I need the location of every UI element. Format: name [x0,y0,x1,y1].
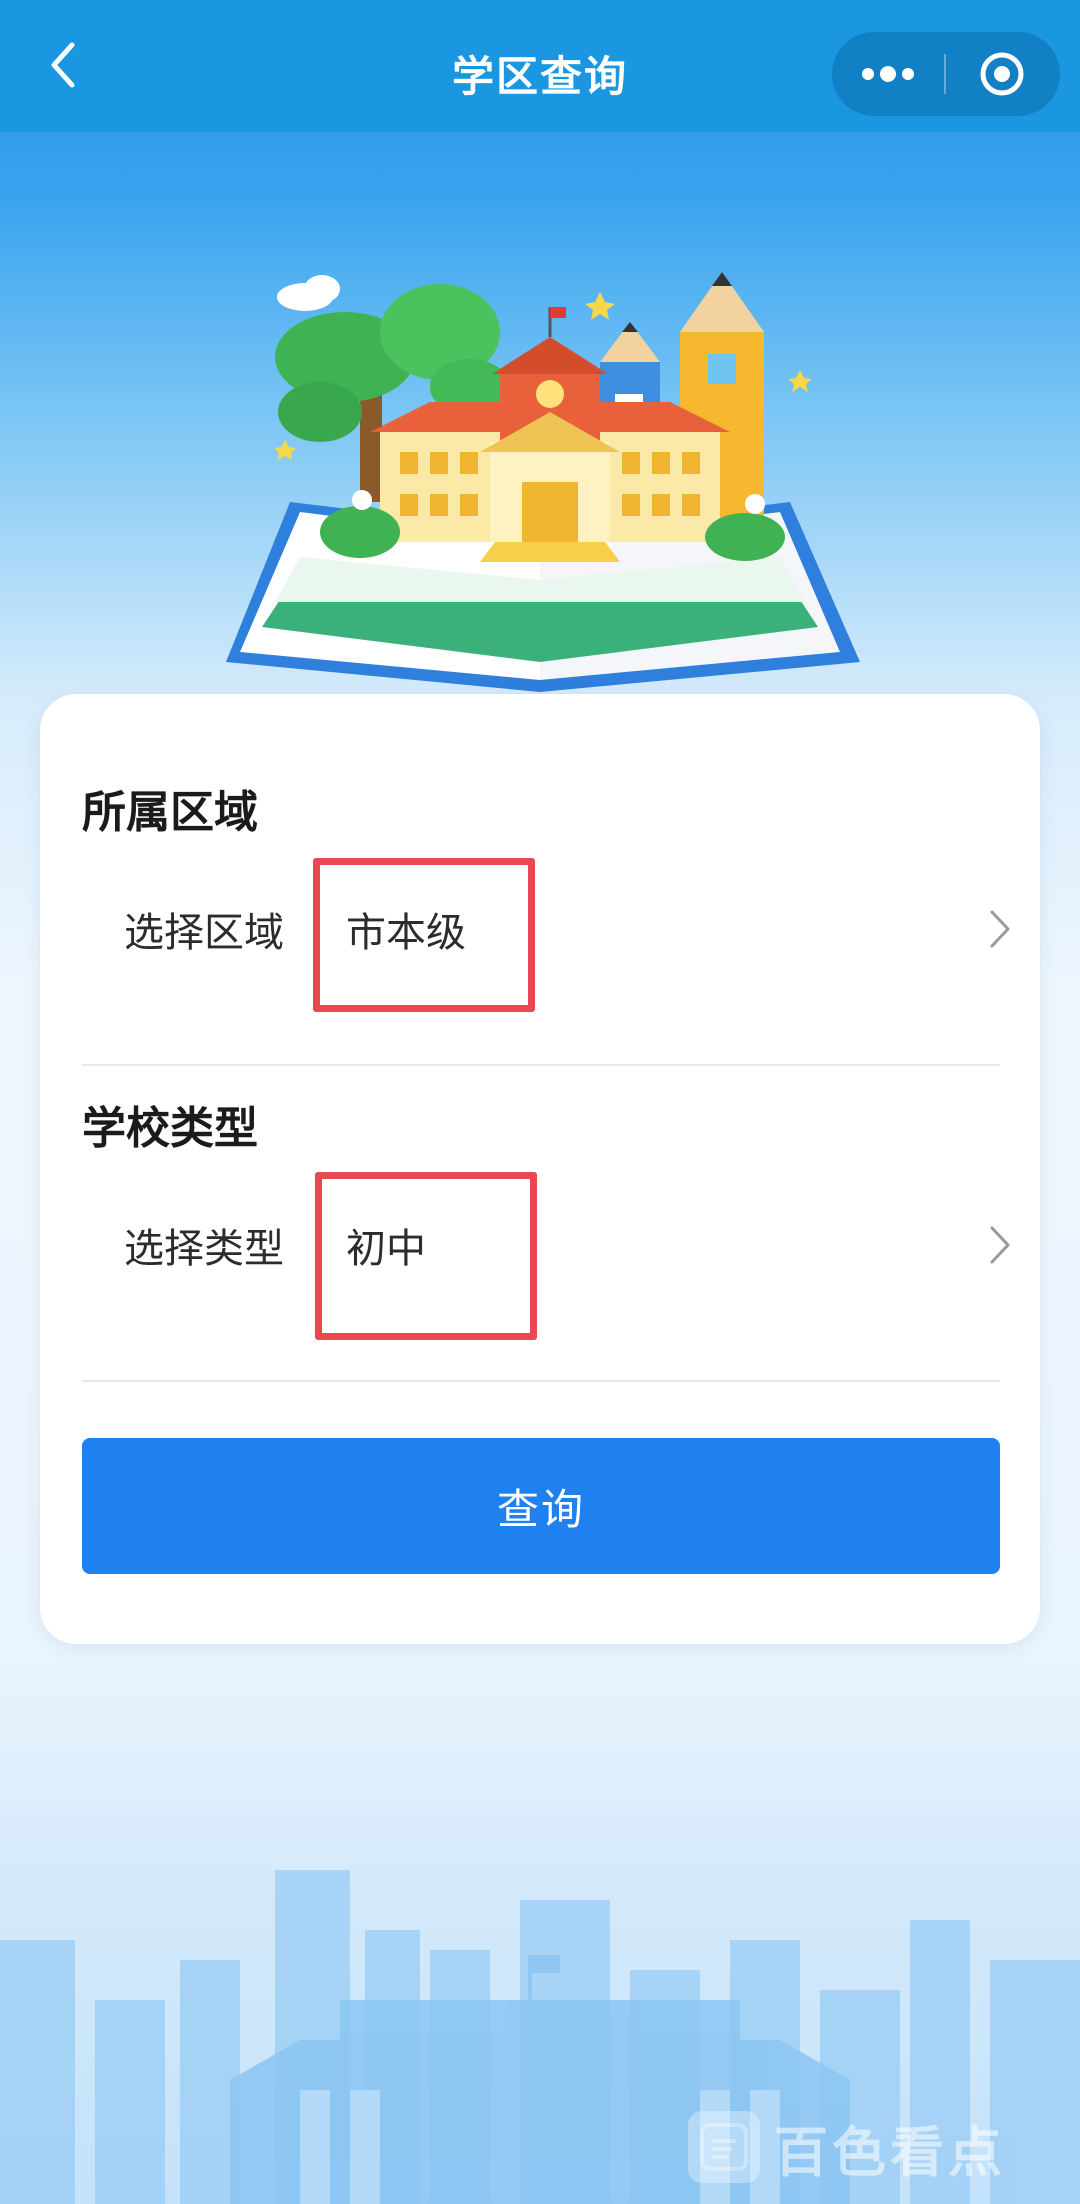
school-book-illustration [226,272,860,692]
region-select-label: 选择区域 [124,910,284,956]
query-button[interactable]: 查询 [82,1438,1000,1574]
mini-program-capsule [832,32,1060,116]
region-select-row[interactable]: 选择区域 市本级 [40,854,1040,1004]
school-type-section-title: 学校类型 [82,1103,258,1154]
watermark-logo-icon [688,2111,760,2183]
watermark-text: 百色看点 [774,2120,1006,2184]
more-dots-icon [862,66,914,82]
divider [82,1064,1000,1066]
chevron-right-icon [982,907,1018,951]
school-type-select-row[interactable]: 选择类型 初中 [40,1170,1040,1320]
target-circle-icon [980,52,1024,96]
watermark: 百色看点 [688,2108,1068,2186]
navbar: 学区查询 [0,0,1080,132]
more-button[interactable] [832,32,944,116]
divider [82,1380,1000,1382]
school-type-value-highlight-box [315,1172,537,1340]
page: 学区查询 所属区域 选择区域 市本级 学校类型 选择类型 初中 查询 百色看点 [0,0,1080,2204]
query-form-card: 所属区域 选择区域 市本级 学校类型 选择类型 初中 查询 [40,694,1040,1644]
region-value-highlight-box [313,858,535,1012]
school-type-select-label: 选择类型 [124,1226,284,1272]
chevron-right-icon [982,1223,1018,1267]
region-section-title: 所属区域 [82,787,258,838]
close-mini-program-button[interactable] [946,32,1058,116]
